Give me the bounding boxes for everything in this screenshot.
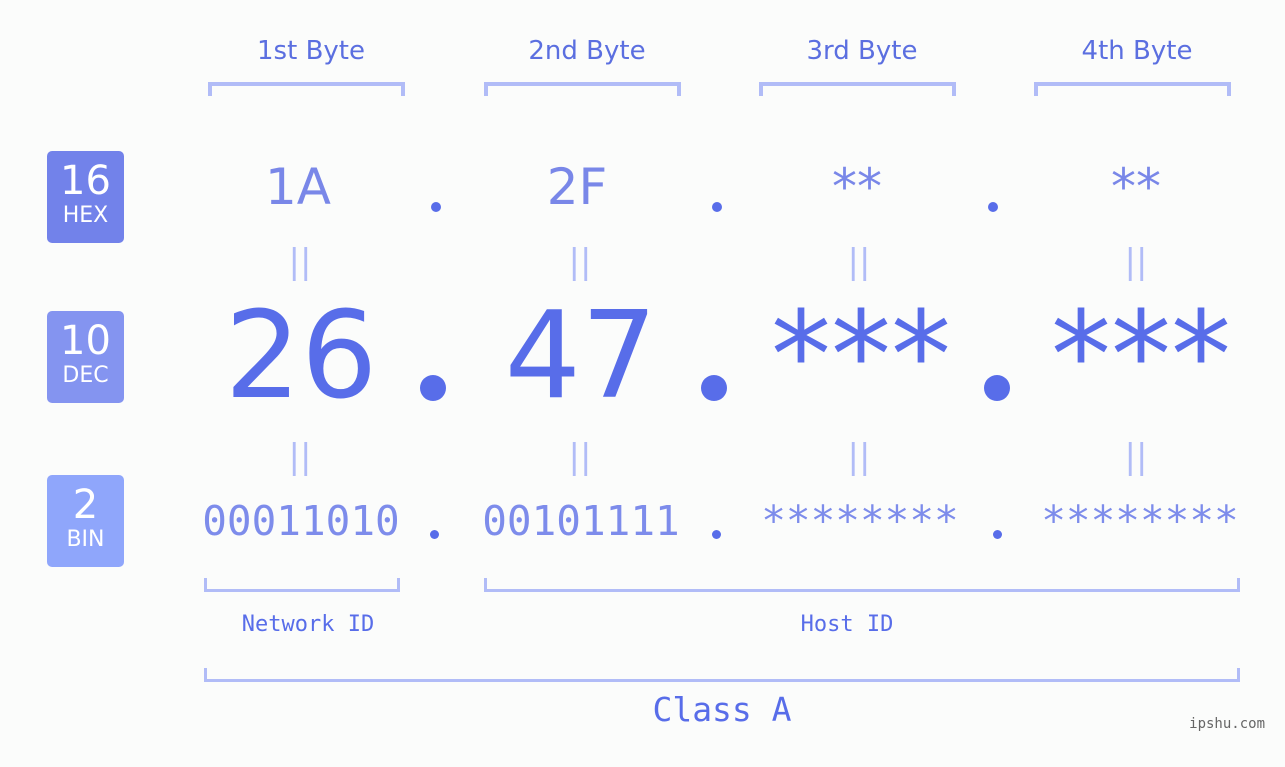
byte-header-2: 2nd Byte (528, 36, 646, 66)
host-id-label: Host ID (800, 612, 894, 637)
dec-dot-separator (701, 375, 727, 401)
bin-value-4: ******** (1041, 497, 1239, 545)
dec-base-label: DEC (62, 363, 109, 388)
dec-dot-separator (984, 375, 1010, 401)
host-id-bracket (484, 578, 1240, 592)
byte-header-3: 3rd Byte (806, 36, 918, 66)
hex-base-number: 16 (60, 158, 111, 204)
hex-value-1: 1A (264, 158, 331, 216)
equals-icon: || (1124, 437, 1148, 477)
bin-base-number: 2 (72, 482, 99, 528)
dec-value-1: 26 (224, 287, 378, 426)
bin-base-label: BIN (66, 527, 105, 552)
hex-dot-separator (988, 202, 998, 212)
hex-badge: 16 HEX (47, 151, 124, 243)
byte-bracket-4 (1034, 82, 1231, 96)
bin-badge: 2 BIN (47, 475, 124, 567)
byte-bracket-3 (759, 82, 956, 96)
class-label: Class A (652, 690, 792, 729)
bin-dot-separator (993, 530, 1002, 539)
equals-icon: || (568, 242, 592, 282)
dec-badge: 10 DEC (47, 311, 124, 403)
dec-base-number: 10 (60, 318, 111, 364)
dec-dot-separator (420, 375, 446, 401)
equals-icon: || (288, 437, 312, 477)
dec-value-2: 47 (504, 287, 658, 426)
network-id-label: Network ID (241, 612, 375, 637)
dec-value-4: *** (1051, 287, 1231, 426)
equals-icon: || (847, 437, 871, 477)
byte-header-1: 1st Byte (257, 36, 365, 66)
bin-dot-separator (430, 530, 439, 539)
class-bracket (204, 668, 1240, 682)
equals-icon: || (288, 242, 312, 282)
bin-value-3: ******** (761, 497, 959, 545)
bin-dot-separator (712, 530, 721, 539)
hex-dot-separator (431, 202, 441, 212)
dec-value-3: *** (771, 287, 951, 426)
byte-header-4: 4th Byte (1081, 36, 1193, 66)
watermark: ipshu.com (1189, 716, 1265, 732)
bin-value-1: 00011010 (202, 497, 400, 545)
hex-dot-separator (712, 202, 722, 212)
equals-icon: || (1124, 242, 1148, 282)
equals-icon: || (847, 242, 871, 282)
byte-bracket-1 (208, 82, 405, 96)
network-id-bracket (204, 578, 400, 592)
hex-base-label: HEX (62, 203, 109, 228)
hex-value-2: 2F (546, 158, 608, 216)
hex-value-3: ** (832, 158, 882, 216)
bin-value-2: 00101111 (482, 497, 680, 545)
equals-icon: || (568, 437, 592, 477)
byte-bracket-2 (484, 82, 681, 96)
hex-value-4: ** (1111, 158, 1161, 216)
